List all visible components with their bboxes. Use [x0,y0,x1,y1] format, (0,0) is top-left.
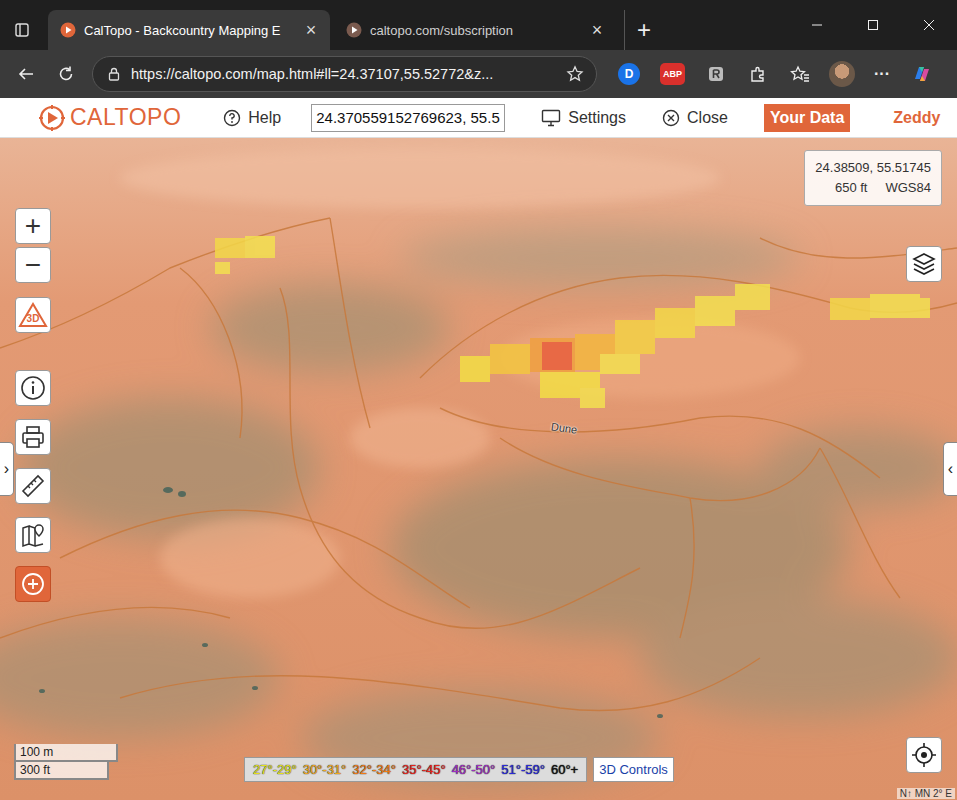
reload-icon [57,65,75,83]
extension-button[interactable]: D [618,63,640,85]
scale-bar: 100 m 300 ft [14,744,118,780]
coordinates-text: 24.38509, 55.51745 [815,158,931,178]
user-menu[interactable]: Zeddy [893,109,940,127]
plus-circle-icon [20,571,46,597]
crosshair-icon [911,742,937,768]
info-button[interactable] [15,370,51,406]
slope-legend: 27°-29° 30°-31° 32°-34° 35°-45° 46°-50° 51°-5… [244,757,587,782]
print-button[interactable] [15,419,51,455]
lock-icon [107,67,121,81]
tab-label: caltopo.com/subscription [370,23,580,38]
close-window-button[interactable] [901,0,957,50]
scale-imperial: 300 ft [14,762,109,780]
favorites-button[interactable] [782,56,818,92]
left-panel-toggle[interactable]: › [0,442,14,496]
puzzle-icon [749,65,767,83]
zoom-in-button[interactable]: + [15,208,51,244]
monitor-icon [541,109,561,127]
address-bar[interactable]: https://caltopo.com/map.html#ll=24.37107… [92,56,597,92]
minimize-button[interactable] [789,0,845,50]
printer-icon [20,424,46,450]
copilot-icon [911,63,933,85]
tab-label: CalTopo - Backcountry Mapping E [84,23,294,38]
settings-more-button[interactable]: ··· [866,65,898,83]
legend-item: 32°-34° [352,762,396,777]
caltopo-favicon-icon [346,22,362,38]
map-toolbar: + − 3D [15,208,51,602]
back-button[interactable] [8,56,44,92]
browser-tab[interactable]: caltopo.com/subscription × [334,10,616,50]
copilot-button[interactable] [904,56,940,92]
slope-legend-bar: 27°-29° 30°-31° 32°-34° 35°-45° 46°-50° 51°-5… [244,757,674,782]
your-data-button[interactable]: Your Data [764,104,850,132]
close-button[interactable]: Close [662,109,728,127]
right-panel-toggle[interactable]: ‹ [943,442,957,496]
close-icon [923,19,935,31]
map-sets-button[interactable] [15,517,51,553]
3d-controls-button[interactable]: 3D Controls [593,757,674,782]
settings-button[interactable]: Settings [541,109,626,127]
close-circle-icon [662,109,680,127]
close-label: Close [687,109,728,127]
url-text: https://caltopo.com/map.html#ll=24.37107… [131,66,556,82]
datum-text: WGS84 [885,178,931,198]
extension-r-icon [707,65,725,83]
legend-item: 30°-31° [303,762,347,777]
back-arrow-icon [17,65,35,83]
terrain-map[interactable] [0,138,957,800]
3d-label: 3D [16,313,50,324]
help-label: Help [248,109,281,127]
browser-tab[interactable]: CalTopo - Backcountry Mapping E × [48,10,330,50]
north-indicator: N↑ MN 2° E [897,788,955,799]
tab-close-button[interactable]: × [588,20,606,41]
browser-window: CalTopo - Backcountry Mapping E × caltop… [0,0,957,800]
add-object-button[interactable] [15,566,51,602]
caltopo-header: CALTOPO Help 24.370559152769623, 55.5 Se… [0,98,957,138]
zoom-out-button[interactable]: − [15,247,51,283]
reload-button[interactable] [48,56,84,92]
locate-button[interactable] [906,737,942,773]
search-field[interactable]: 24.370559152769623, 55.5 [311,104,505,132]
extensions: D ABP ··· [611,56,949,92]
tab-close-button[interactable]: × [302,20,320,41]
tab-actions-icon[interactable] [8,10,36,50]
browser-toolbar: https://caltopo.com/map.html#ll=24.37107… [0,50,957,98]
extensions-button[interactable] [740,56,776,92]
help-circle-icon [223,109,241,127]
legend-item: 60°+ [551,762,578,777]
star-icon[interactable] [566,65,584,83]
maximize-icon [867,19,879,31]
layers-button[interactable] [906,246,942,282]
caltopo-favicon-icon [60,22,76,38]
minimize-icon [811,19,823,31]
scale-metric: 100 m [14,744,118,762]
legend-item: 27°-29° [253,762,297,777]
cursor-coordinates: 24.38509, 55.51745 650 ft WGS84 [804,150,942,206]
tab-strip: CalTopo - Backcountry Mapping E × caltop… [0,0,957,50]
legend-item: 51°-59° [501,762,545,777]
logo-text: CALTOPO [70,104,181,131]
settings-label: Settings [568,109,626,127]
map-view[interactable]: Dune 24.38509, 55.51745 650 ftWGS84 + − … [0,138,957,800]
caltopo-logo-icon [38,104,66,132]
map-pin-icon [20,522,46,548]
favorites-star-icon [790,65,810,83]
3d-mode-button[interactable]: 3D [15,297,51,333]
caltopo-logo[interactable]: CALTOPO [38,104,181,132]
extension-button[interactable] [698,56,734,92]
new-tab-button[interactable]: + [624,10,663,50]
legend-item: 35°-45° [402,762,446,777]
help-button[interactable]: Help [223,109,281,127]
measure-button[interactable] [15,468,51,504]
info-icon [20,375,46,401]
elevation-text: 650 ft [835,178,868,198]
ruler-icon [20,473,46,499]
extension-button[interactable]: ABP [660,63,685,85]
profile-avatar-icon[interactable] [829,61,855,87]
layers-icon [911,251,937,277]
legend-item: 46°-50° [452,762,496,777]
maximize-button[interactable] [845,0,901,50]
